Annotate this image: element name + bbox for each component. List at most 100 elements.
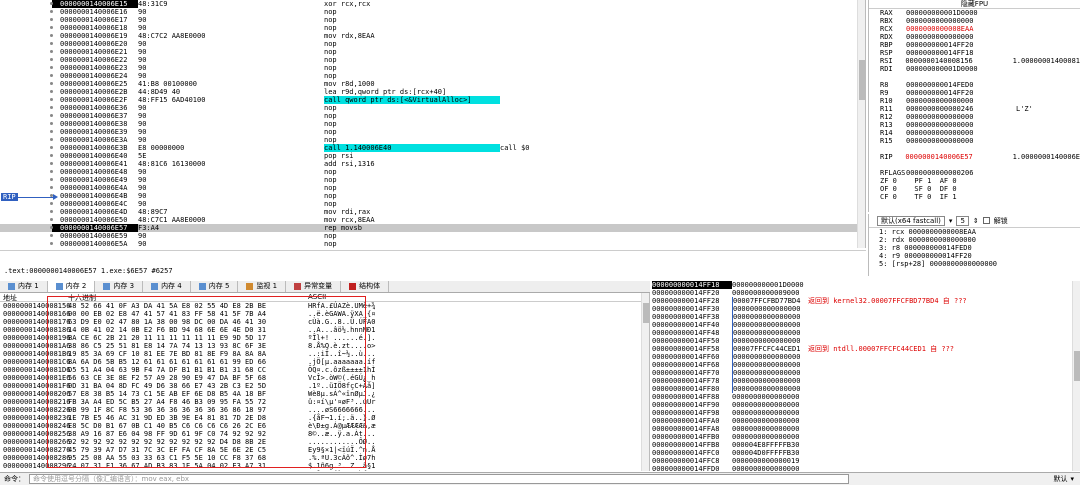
registers-panel[interactable]: 隐藏FPU RAX 000000000001D0000 RBX 00000000000… [868,0,1080,212]
register-value[interactable]: 000000000014FED0 [906,81,1016,89]
breakpoint-gutter[interactable] [0,64,53,72]
disasm-row[interactable]: 0000000140006E59 90 nop [0,232,865,240]
register-row[interactable] [869,161,1080,169]
dump-row[interactable]: 0000000140008296 24 07 31 F1 36 67 AD B3 … [0,462,649,470]
register-value[interactable]: 000000000001D0000 [906,9,1016,17]
register-value[interactable]: 0000000000000000 [906,137,1016,145]
dump-row[interactable]: 00000001400081F6 0D 31 BA 04 8D FC 49 D6 … [0,382,649,390]
disasm-scrollbar[interactable] [857,0,865,248]
disasm-row[interactable]: 0000000140006E3B E8 00000000 call 1.140006… [0,144,865,152]
disasm-row[interactable]: 0000000140006E15 48:31C9 xor rcx,rcx [0,0,865,8]
register-value[interactable]: 0000000000008EAA [906,25,1016,33]
disasm-row[interactable]: 0000000140006E4C 90 nop [0,200,865,208]
breakpoint-gutter[interactable] [0,0,53,8]
default-select[interactable]: 默认 ▾ [1053,474,1080,484]
breakpoint-gutter[interactable] [0,120,53,128]
register-value[interactable]: TF 0 IF 1 [906,193,1016,201]
register-value[interactable]: 000000000014FF18 [906,49,1016,57]
stack-row[interactable]: 000000000014FFA0 0000000000000000 [652,417,1080,425]
breakpoint-gutter[interactable] [0,184,53,192]
dump-row[interactable]: 0000000140008236 1E 7B E5 46 AC 31 9D ED … [0,414,649,422]
dump-row[interactable]: 0000000140008286 95 25 08 AA 55 03 33 63 … [0,454,649,462]
register-row[interactable]: R9 000000000014FF20 [869,89,1080,97]
stack-row[interactable]: 000000000014FFC8 0000000000000019 [652,457,1080,465]
disasm-row[interactable]: 0000000140006E50 48:C7C1 AA8E0000 mov rcx,… [0,216,865,224]
register-row[interactable]: RDI 000000000001D0000 [869,65,1080,73]
stack-row[interactable]: 000000000014FF78 0000000000000000 [652,377,1080,385]
disasm-row[interactable]: 0000000140006E5A 90 nop [0,240,865,248]
register-value[interactable] [906,73,1016,81]
breakpoint-gutter[interactable] [0,128,53,136]
breakpoint-gutter[interactable] [0,160,53,168]
dump-row[interactable]: 0000000140008216 FB 3A A4 ED 5C B5 27 A4 … [0,398,649,406]
breakpoint-gutter[interactable] [0,48,53,56]
stack-row[interactable]: 000000000014FF30 0000000000000000 [652,305,1080,313]
register-value[interactable]: 0000000140008156 [905,57,1012,65]
arg-count-spinner-icon[interactable]: ⇕ [973,217,979,225]
stack-row[interactable]: 000000000014FF28 00007FFCFBD77BD4 返回到 kern… [652,297,1080,305]
disasm-row[interactable]: 0000000140006E3A 90 nop [0,136,865,144]
register-row[interactable]: R15 0000000000000000 [869,137,1080,145]
stack-row[interactable]: 000000000014FF80 0000000000000000 [652,385,1080,393]
stack-row[interactable]: 000000000014FF40 0000000000000000 [652,321,1080,329]
disasm-row[interactable]: 0000000140006E25 41:B8 00100000 mov r8d,10… [0,80,865,88]
register-row[interactable]: RBX 0000000000000000 [869,17,1080,25]
disasm-row[interactable]: 0000000140006E40 5E pop rsi [0,152,865,160]
dump-row[interactable]: 0000000140008266 92 92 92 92 92 92 92 92 … [0,438,649,446]
dump-row[interactable]: 00000001400081C6 8A 6A D6 5B B5 12 61 61 … [0,358,649,366]
breakpoint-gutter[interactable] [0,168,53,176]
tab-6[interactable]: 监视 1 [238,281,287,292]
register-value[interactable]: 0000000000000000 [906,113,1016,121]
disassembly-view[interactable]: 0000000140006E15 48:31C9 xor rcx,rcx 000000… [0,0,866,248]
breakpoint-gutter[interactable] [0,80,53,88]
register-row[interactable]: RDX 0000000000000000 [869,33,1080,41]
register-value[interactable] [906,145,1016,153]
dump-row[interactable]: 00000001400081B6 19 85 3A 69 CF 10 81 EE … [0,350,649,358]
stack-scrollbar[interactable] [1072,281,1080,471]
breakpoint-gutter[interactable] [0,8,53,16]
disasm-row[interactable]: 0000000140006E2F 48:FF15 6AD40100 call qwo… [0,96,865,104]
stack-row[interactable]: 000000000014FF58 00007FFCFC44CED1 返回到 ntdl… [652,345,1080,353]
stack-row[interactable]: 000000000014FF60 0000000000000000 [652,353,1080,361]
dump-row[interactable]: 0000000140008206 57 E8 38 B5 14 73 C1 5E … [0,390,649,398]
register-value[interactable]: 000000000014FF20 [906,89,1016,97]
breakpoint-gutter[interactable] [0,88,53,96]
disasm-row[interactable]: 0000000140006E24 90 nop [0,72,865,80]
register-value[interactable]: 000000000014FF20 [906,41,1016,49]
breakpoint-gutter[interactable] [0,152,53,160]
register-value[interactable]: PF 1 AF 0 [906,177,1016,185]
register-value[interactable]: SF 0 DF 0 [906,185,1016,193]
tab-7[interactable]: 异常变量 [286,281,342,292]
tab-4[interactable]: 内存 4 [143,281,191,292]
breakpoint-gutter[interactable] [0,112,53,120]
disasm-row[interactable]: 0000000140006E57 F3:A4 rep movsb [0,224,865,232]
arg-count-select[interactable]: 5 [956,215,969,226]
stack-row[interactable]: 000000000014FFB8 000004E8FFFFFB30 [652,441,1080,449]
disasm-row[interactable]: 0000000140006E18 90 nop [0,24,865,32]
stack-row[interactable]: 000000000014FF90 0000000000000000 [652,401,1080,409]
breakpoint-gutter[interactable] [0,32,53,40]
register-row[interactable]: RSI 0000000140008156 1.00000001400081 [869,57,1080,65]
stack-view[interactable]: 000000000014FF18 000000000001D0000 0000000… [652,281,1080,471]
tab-3[interactable]: 内存 3 [95,281,144,292]
register-row[interactable]: OF 0 SF 0 DF 0 [869,185,1080,193]
breakpoint-gutter[interactable] [0,216,53,224]
register-value[interactable]: 000000000001D0000 [906,65,1016,73]
dump-row[interactable]: 0000000140008196 BA CE 6C 2B 21 20 11 11 … [0,334,649,342]
disasm-row[interactable]: 0000000140006E22 90 nop [0,56,865,64]
disasm-row[interactable]: 0000000140006E16 90 nop [0,8,865,16]
tab-8[interactable]: 结构体 [341,281,390,292]
disasm-row[interactable]: 0000000140006E38 90 nop [0,120,865,128]
register-value[interactable]: 0000000000000000 [906,33,1016,41]
breakpoint-gutter[interactable] [0,16,53,24]
dump-row[interactable]: 0000000140008256 38 A9 16 87 E6 04 98 FF … [0,430,649,438]
register-row[interactable]: R11 0000000000000246 L'Z' [869,105,1080,113]
disasm-row[interactable]: 0000000140006E17 90 nop [0,16,865,24]
register-row[interactable]: ZF 0 PF 1 AF 0 [869,177,1080,185]
disasm-row[interactable]: 0000000140006E36 90 nop [0,104,865,112]
disasm-row[interactable]: 0000000140006E23 90 nop [0,64,865,72]
stack-row[interactable]: 000000000014FF68 0000000000000000 [652,361,1080,369]
disasm-row[interactable]: 0000000140006E48 90 nop [0,168,865,176]
callconv-select[interactable]: 默认(x64 fastcall) [877,215,945,226]
register-value[interactable]: 0000000000000000 [906,121,1016,129]
